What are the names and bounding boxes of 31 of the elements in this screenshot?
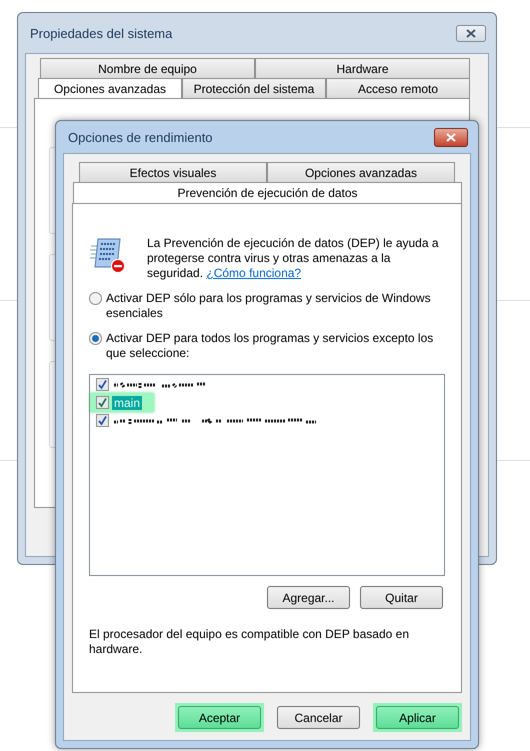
description-text: La Prevención de ejecución de datos (DEP) le ayuda a protegerse contra virus y otras amenazas a la seguridad. ¿Cómo funciona? [147,236,440,281]
window-title: Opciones de rendimiento [68,130,213,144]
radio-button[interactable] [89,332,102,345]
close-button[interactable] [434,128,468,146]
radio-option[interactable]: Activar DEP para todos los programas y servicios excepto los que seleccione: [89,331,445,361]
tab[interactable]: Protección del sistema [182,78,326,98]
close-icon [446,132,456,142]
checkbox[interactable] [96,414,109,427]
radio-button[interactable] [89,292,102,305]
close-button[interactable] [456,24,486,42]
window-title: Propiedades del sistema [30,26,172,40]
radio-option[interactable]: Activar DEP sólo para los programas y servicios de Windows esenciales [89,291,445,321]
list-button[interactable]: Agregar... [267,586,350,609]
tab[interactable]: Opciones avanzadas [267,162,455,182]
tab[interactable]: Opciones avanzadas [38,78,182,99]
binary-document-icon [89,236,127,274]
hardware-note: El procesador del equipo es compatible con DEP basado en hardware. [89,627,410,657]
checkbox[interactable] [96,378,109,391]
list-button[interactable]: Quitar [360,586,443,609]
dialog-button[interactable]: Cancelar [277,706,360,729]
dialog-button[interactable]: Aplicar [376,706,459,729]
tab[interactable]: Nombre de equipo [40,58,255,78]
dialog-button[interactable]: Aceptar [178,706,261,729]
help-link[interactable]: ¿Cómo funciona? [206,266,302,280]
tab[interactable]: Acceso remoto [326,78,470,98]
tab[interactable]: Hardware [255,58,470,78]
list-item[interactable] [96,377,207,392]
tab[interactable]: Prevención de ejecución de datos [73,182,462,203]
checkbox[interactable] [96,396,109,409]
tab[interactable]: Efectos visuales [79,162,267,182]
close-icon [466,28,476,38]
